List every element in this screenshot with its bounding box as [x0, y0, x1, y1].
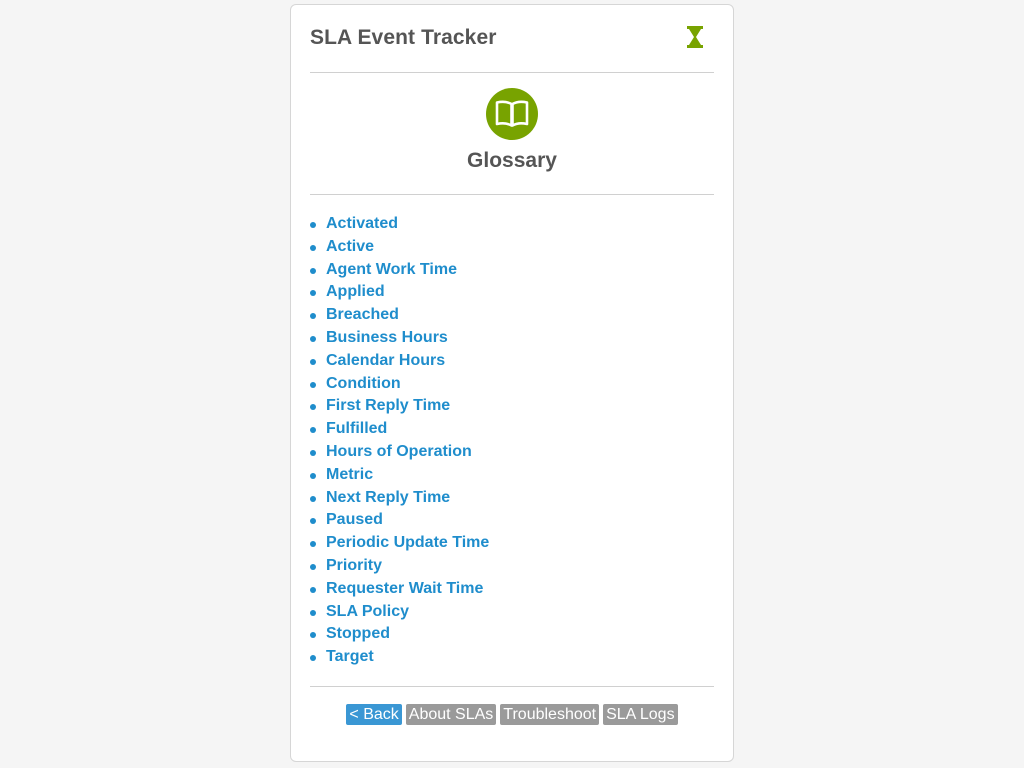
bullet	[310, 358, 316, 365]
bullet	[310, 518, 316, 525]
glossary-link-applied[interactable]: Applied	[326, 283, 385, 300]
glossary-link-condition[interactable]: Condition	[326, 375, 401, 392]
list-item: Fulfilled	[310, 418, 489, 441]
bullet	[310, 632, 316, 639]
glossary-link-calendar-hours[interactable]: Calendar Hours	[326, 352, 445, 369]
nav-button-group: < Back About SLAs Troubleshoot SLA Logs	[310, 704, 714, 725]
list-item: Periodic Update Time	[310, 532, 489, 555]
list-item: Priority	[310, 555, 489, 578]
bullet	[310, 655, 316, 662]
glossary-link-periodic-update-time[interactable]: Periodic Update Time	[326, 534, 489, 551]
list-item: Calendar Hours	[310, 350, 489, 373]
list-item: Activated	[310, 213, 489, 236]
bullet	[310, 563, 316, 570]
bullet	[310, 267, 316, 274]
glossary-link-breached[interactable]: Breached	[326, 306, 399, 323]
bullet	[310, 335, 316, 342]
list-item: Breached	[310, 304, 489, 327]
list-item: First Reply Time	[310, 395, 489, 418]
bullet	[310, 427, 316, 434]
bullet	[310, 495, 316, 502]
bullet	[310, 472, 316, 479]
list-item: Applied	[310, 281, 489, 304]
list-item: Active	[310, 236, 489, 259]
list-item: Business Hours	[310, 327, 489, 350]
glossary-link-agent-work-time[interactable]: Agent Work Time	[326, 261, 457, 278]
glossary-link-activated[interactable]: Activated	[326, 215, 398, 232]
list-item: Target	[310, 646, 489, 669]
glossary-link-active[interactable]: Active	[326, 238, 374, 255]
sla-logs-button[interactable]: SLA Logs	[603, 704, 678, 725]
list-item: Metric	[310, 464, 489, 487]
bullet	[310, 609, 316, 616]
list-item: Paused	[310, 509, 489, 532]
bullet	[310, 586, 316, 593]
troubleshoot-button[interactable]: Troubleshoot	[500, 704, 600, 725]
glossary-link-requester-wait-time[interactable]: Requester Wait Time	[326, 580, 483, 597]
hourglass-icon[interactable]	[684, 25, 706, 49]
glossary-title: Glossary	[467, 149, 557, 172]
bullet	[310, 313, 316, 320]
glossary-term-list: Activated Active Agent Work Time Applied…	[310, 213, 489, 669]
footer-nav: < Back About SLAs Troubleshoot SLA Logs	[310, 686, 714, 725]
app-title: SLA Event Tracker	[310, 26, 497, 49]
list-item: Requester Wait Time	[310, 578, 489, 601]
bullet	[310, 290, 316, 297]
list-item: Next Reply Time	[310, 487, 489, 510]
bullet	[310, 381, 316, 388]
bullet	[310, 449, 316, 456]
glossary-link-sla-policy[interactable]: SLA Policy	[326, 603, 409, 620]
list-item: Agent Work Time	[310, 259, 489, 282]
glossary-link-hours-of-operation[interactable]: Hours of Operation	[326, 443, 472, 460]
bullet	[310, 244, 316, 251]
bullet	[310, 541, 316, 548]
about-slas-button[interactable]: About SLAs	[405, 704, 497, 725]
list-item: SLA Policy	[310, 601, 489, 624]
glossary-link-priority[interactable]: Priority	[326, 557, 382, 574]
glossary-link-fulfilled[interactable]: Fulfilled	[326, 420, 387, 437]
glossary-hero: Glossary	[310, 73, 714, 195]
book-icon	[486, 88, 538, 140]
list-item: Condition	[310, 373, 489, 396]
bullet	[310, 222, 316, 228]
app-header: SLA Event Tracker	[310, 5, 714, 73]
glossary-link-next-reply-time[interactable]: Next Reply Time	[326, 489, 450, 506]
glossary-link-business-hours[interactable]: Business Hours	[326, 329, 448, 346]
list-item: Hours of Operation	[310, 441, 489, 464]
back-button[interactable]: < Back	[346, 704, 402, 725]
bullet	[310, 404, 316, 411]
glossary-link-target[interactable]: Target	[326, 648, 374, 665]
glossary-link-stopped[interactable]: Stopped	[326, 625, 390, 642]
list-item: Stopped	[310, 623, 489, 646]
glossary-link-paused[interactable]: Paused	[326, 511, 383, 528]
glossary-link-metric[interactable]: Metric	[326, 466, 373, 483]
sla-tracker-panel: SLA Event Tracker Glossary Activated Act…	[290, 4, 734, 762]
glossary-link-first-reply-time[interactable]: First Reply Time	[326, 397, 450, 414]
